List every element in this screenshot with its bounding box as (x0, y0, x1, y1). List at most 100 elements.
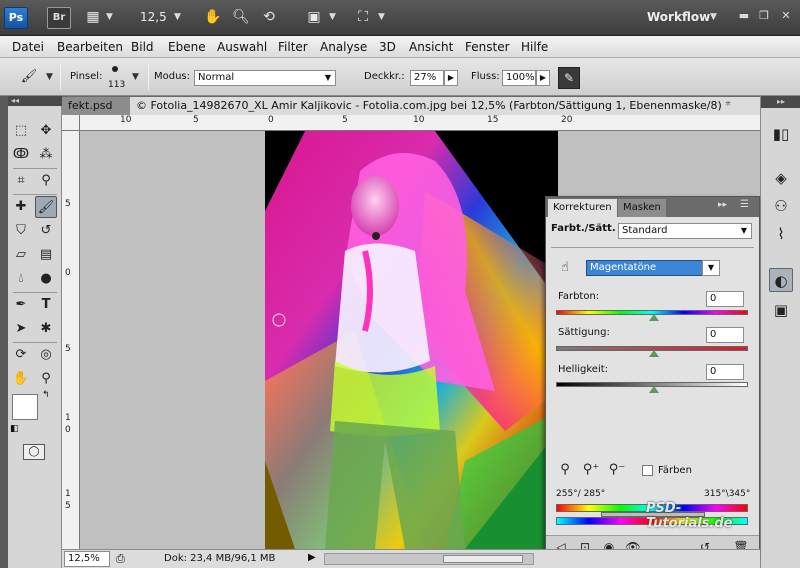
3d-rotate-tool-icon[interactable]: ⟳ (10, 344, 32, 366)
chevron-down-icon[interactable]: ▼ (329, 12, 336, 22)
brush-preset-icon[interactable]: 🖌︎ (18, 66, 40, 88)
tab-previous-document[interactable]: fekt.psd (62, 97, 130, 115)
faerben-checkbox[interactable] (642, 465, 653, 476)
channels-panel-icon[interactable]: ⚇ (769, 194, 793, 218)
film-strip-icon[interactable]: ▦ (84, 9, 102, 25)
bridge-button[interactable]: Br (47, 7, 71, 29)
foreground-color-swatch[interactable] (12, 394, 38, 420)
move-tool-icon[interactable]: ✥ (35, 120, 57, 142)
healing-brush-tool-icon[interactable]: ✚ (10, 196, 32, 218)
default-colors-icon[interactable]: ◧ (10, 424, 19, 434)
farbton-slider-thumb[interactable] (649, 314, 659, 321)
eraser-tool-icon[interactable]: ▱ (10, 244, 32, 266)
menu-ebene[interactable]: Ebene (168, 40, 206, 54)
blur-tool-icon[interactable]: 💧︎ (10, 268, 32, 290)
helligkeit-slider-thumb[interactable] (649, 386, 659, 393)
status-menu-arrow-icon[interactable]: ▶ (308, 552, 316, 563)
arrange-documents-icon[interactable]: ▣ (305, 9, 323, 25)
close-icon[interactable]: ✕ (778, 8, 794, 24)
magic-wand-tool-icon[interactable]: ⁂ (35, 144, 57, 166)
eyedropper-add-icon[interactable]: ⚲⁺ (580, 459, 602, 481)
menu-hilfe[interactable]: Hilfe (521, 40, 548, 54)
photo-canvas[interactable] (265, 131, 558, 549)
masks-panel-icon[interactable]: ▣ (769, 298, 793, 322)
flow-field[interactable]: 100% (502, 70, 536, 86)
scrollbar-thumb[interactable] (443, 555, 523, 563)
menu-ansicht[interactable]: Ansicht (409, 40, 453, 54)
eyedropper-icon[interactable]: ⚲ (554, 459, 576, 481)
menu-analyse[interactable]: Analyse (320, 40, 367, 54)
panel-collapse-icon[interactable]: ▸▸ (718, 200, 727, 210)
target-adjust-hand-icon[interactable]: ☝ (554, 257, 576, 279)
path-selection-tool-icon[interactable]: ➤ (10, 318, 32, 340)
menu-datei[interactable]: Datei (12, 40, 44, 54)
menu-bild[interactable]: Bild (131, 40, 154, 54)
brush-tool-icon[interactable]: 🖌︎ (35, 196, 57, 218)
helligkeit-field[interactable]: 0 (706, 364, 744, 380)
zoom-field[interactable]: 12,5% (64, 551, 110, 567)
workspace-switcher[interactable]: Workflow (647, 10, 710, 24)
ruler-origin[interactable] (62, 115, 80, 131)
screen-mode-icon[interactable]: ⛶ (354, 9, 372, 25)
rotate-view-icon[interactable]: ⟲ (260, 9, 278, 25)
zoom-level[interactable]: 12,5 (140, 10, 167, 24)
chevron-down-icon[interactable]: ▼ (710, 12, 717, 22)
chevron-down-icon[interactable]: ▼ (132, 72, 139, 82)
quick-mask-icon[interactable]: ◯ (23, 444, 45, 460)
dodge-tool-icon[interactable]: ● (35, 268, 57, 290)
histogram-panel-icon[interactable]: ▮▯ (769, 122, 793, 146)
panel-menu-icon[interactable]: ☰ (740, 199, 749, 210)
gradient-tool-icon[interactable]: ▤ (35, 244, 57, 266)
chevron-down-icon[interactable]: ▼ (702, 260, 720, 276)
horizontal-ruler[interactable]: 10 5 0 5 10 15 20 (80, 115, 760, 131)
saettigung-field[interactable]: 0 (706, 327, 744, 343)
stamp-tool-icon[interactable]: ⛉ (10, 220, 32, 242)
chevron-down-icon[interactable]: ▼ (174, 12, 181, 22)
channel-select[interactable]: Magentatöne (586, 260, 720, 276)
status-info-icon[interactable]: ⎙ (116, 552, 125, 566)
opacity-field[interactable]: 27% (410, 70, 444, 86)
horizontal-scrollbar[interactable] (324, 553, 534, 565)
paths-panel-icon[interactable]: ⌇ (769, 222, 793, 246)
flow-slider-button[interactable]: ▶ (536, 70, 550, 86)
menu-auswahl[interactable]: Auswahl (217, 40, 267, 54)
hand-tool-icon[interactable]: ✋ (10, 368, 32, 390)
eyedropper-subtract-icon[interactable]: ⚲⁻ (606, 459, 628, 481)
tab-korrekturen[interactable]: Korrekturen (548, 199, 617, 217)
brush-tip-icon[interactable] (112, 66, 118, 72)
custom-shape-tool-icon[interactable]: ✱ (35, 318, 57, 340)
adjustments-panel-icon[interactable]: ◐ (769, 268, 793, 292)
tab-active-document[interactable]: © Fotolia_14982670_XL Amir Kaljikovic - … (130, 97, 780, 115)
mode-select[interactable]: Normal ▼ (194, 70, 336, 86)
chevron-down-icon[interactable]: ▼ (378, 12, 385, 22)
history-brush-tool-icon[interactable]: ↺ (35, 220, 57, 242)
hand-tool-icon[interactable]: ✋ (204, 9, 222, 25)
vertical-ruler[interactable]: 5 0 5 1 0 1 5 (62, 131, 80, 549)
restore-icon[interactable]: ❐ (756, 8, 772, 24)
3d-orbit-tool-icon[interactable]: ◎ (35, 344, 57, 366)
zoom-icon[interactable]: 🔍︎ (232, 9, 250, 25)
chevron-down-icon[interactable]: ▼ (106, 12, 113, 22)
chevron-down-icon[interactable]: ▼ (46, 72, 53, 82)
more-tabs-icon[interactable]: » (724, 98, 731, 111)
menu-fenster[interactable]: Fenster (465, 40, 510, 54)
tab-masken[interactable]: Masken (618, 199, 666, 217)
saettigung-slider-thumb[interactable] (649, 350, 659, 357)
swap-colors-icon[interactable]: ↰ (42, 390, 50, 400)
crop-tool-icon[interactable]: ⌗ (10, 170, 32, 192)
type-tool-icon[interactable]: T (35, 294, 57, 316)
marquee-tool-icon[interactable]: ⬚ (10, 120, 32, 142)
lasso-tool-icon[interactable]: ↂ (10, 144, 32, 166)
pen-tool-icon[interactable]: ✒ (10, 294, 32, 316)
eyedropper-tool-icon[interactable]: ⚲ (35, 170, 57, 192)
airbrush-toggle-icon[interactable]: ✎ (558, 67, 580, 89)
menu-filter[interactable]: Filter (278, 40, 308, 54)
layers-panel-icon[interactable]: ◈ (769, 166, 793, 190)
preset-select[interactable]: Standard ▼ (618, 223, 752, 239)
minimize-icon[interactable]: ▬ (736, 8, 752, 24)
menu-3d[interactable]: 3D (379, 40, 396, 54)
opacity-slider-button[interactable]: ▶ (444, 70, 458, 86)
toolbox-collapse-icon[interactable]: ◂◂ (8, 96, 62, 106)
dock-expand-icon[interactable]: ▸▸ (761, 96, 800, 108)
farbton-field[interactable]: 0 (706, 291, 744, 307)
